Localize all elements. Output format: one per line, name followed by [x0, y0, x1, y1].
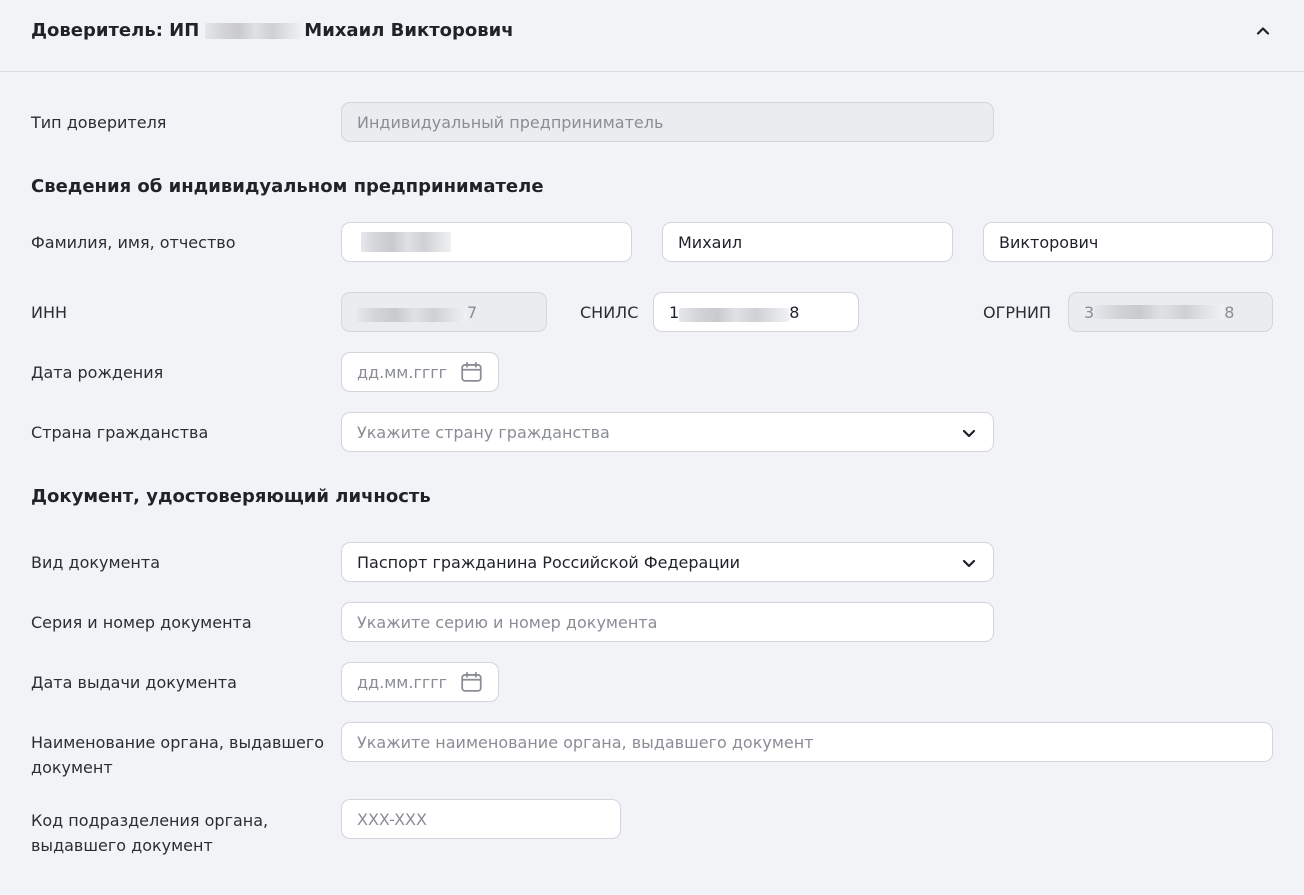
principal-form: Доверитель: ИП Михаил Викторович Тип дов…: [0, 0, 1304, 895]
issuer-placeholder: Укажите наименование органа, выдавшего д…: [357, 732, 814, 752]
last-name-input[interactable]: [341, 222, 632, 262]
principal-title: Доверитель: ИП Михаил Викторович: [31, 19, 514, 43]
entrepreneur-section-title: Сведения об индивидуальном предпринимате…: [31, 176, 544, 197]
division-code-input[interactable]: XXX-XXX: [341, 799, 621, 839]
ogrnip-field: 3 8: [1068, 292, 1273, 332]
series-placeholder: Укажите серию и номер документа: [357, 612, 658, 632]
redacted-last-name: [361, 232, 451, 252]
division-label-line1: Код подразделения органа,: [31, 811, 269, 830]
citizenship-placeholder: Укажите страну гражданства: [357, 422, 610, 442]
chevron-down-icon[interactable]: [961, 425, 977, 441]
snils-input[interactable]: 1 8: [653, 292, 859, 332]
redacted-inn: [357, 308, 467, 322]
identity-document-section-title: Документ, удостоверяющий личность: [31, 486, 431, 507]
first-name-value: Михаил: [678, 232, 743, 252]
inn-visible-tail: 7: [467, 302, 478, 322]
calendar-icon[interactable]: [460, 359, 483, 385]
first-name-input[interactable]: Михаил: [662, 222, 953, 262]
division-label-line2: выдавшего документ: [31, 836, 213, 855]
snils-label: СНИЛС: [580, 303, 639, 322]
snils-visible-tail: 8: [789, 302, 800, 322]
chevron-up-icon[interactable]: [1254, 22, 1272, 40]
birth-date-label: Дата рождения: [31, 363, 164, 382]
division-placeholder: XXX-XXX: [357, 809, 427, 829]
principal-header[interactable]: Доверитель: ИП Михаил Викторович: [0, 0, 1304, 72]
principal-title-suffix: Михаил Викторович: [304, 20, 514, 41]
issuer-label-line2: документ: [31, 758, 113, 777]
principal-type-field: Индивидуальный предприниматель: [341, 102, 994, 142]
doc-type-value: Паспорт гражданина Российской Федерации: [357, 552, 741, 572]
ogrnip-label: ОГРНИП: [983, 303, 1052, 322]
patronymic-input[interactable]: Викторович: [983, 222, 1273, 262]
issue-date-placeholder: дд.мм.гггг: [357, 672, 448, 692]
principal-type-value: Индивидуальный предприниматель: [357, 112, 664, 132]
birth-date-placeholder: дд.мм.гггг: [357, 362, 448, 382]
birth-date-input[interactable]: дд.мм.гггг: [341, 352, 499, 392]
inn-field: 7: [341, 292, 547, 332]
ogrnip-visible-tail: 8: [1224, 302, 1235, 322]
citizenship-select[interactable]: Укажите страну гражданства: [341, 412, 994, 452]
redacted-surname: [205, 23, 303, 39]
issuer-label-line1: Наименование органа, выдавшего: [31, 733, 325, 752]
principal-title-prefix: Доверитель: ИП: [31, 20, 200, 41]
issue-date-label: Дата выдачи документа: [31, 673, 237, 692]
series-label: Серия и номер документа: [31, 613, 252, 632]
series-number-input[interactable]: Укажите серию и номер документа: [341, 602, 994, 642]
issue-date-input[interactable]: дд.мм.гггг: [341, 662, 499, 702]
patronymic-value: Викторович: [999, 232, 1099, 252]
inn-label: ИНН: [31, 303, 68, 322]
principal-type-label: Тип доверителя: [31, 113, 167, 132]
snils-visible-head: 1: [669, 302, 680, 322]
citizenship-label: Страна гражданства: [31, 423, 209, 442]
doc-type-label: Вид документа: [31, 553, 161, 572]
chevron-down-icon[interactable]: [961, 555, 977, 571]
doc-type-select[interactable]: Паспорт гражданина Российской Федерации: [341, 542, 994, 582]
redacted-snils: [679, 308, 790, 322]
redacted-ogrnip: [1094, 305, 1225, 319]
issuer-input[interactable]: Укажите наименование органа, выдавшего д…: [341, 722, 1273, 762]
ogrnip-visible-head: 3: [1084, 302, 1095, 322]
fio-label: Фамилия, имя, отчество: [31, 233, 236, 252]
calendar-icon[interactable]: [460, 669, 483, 695]
